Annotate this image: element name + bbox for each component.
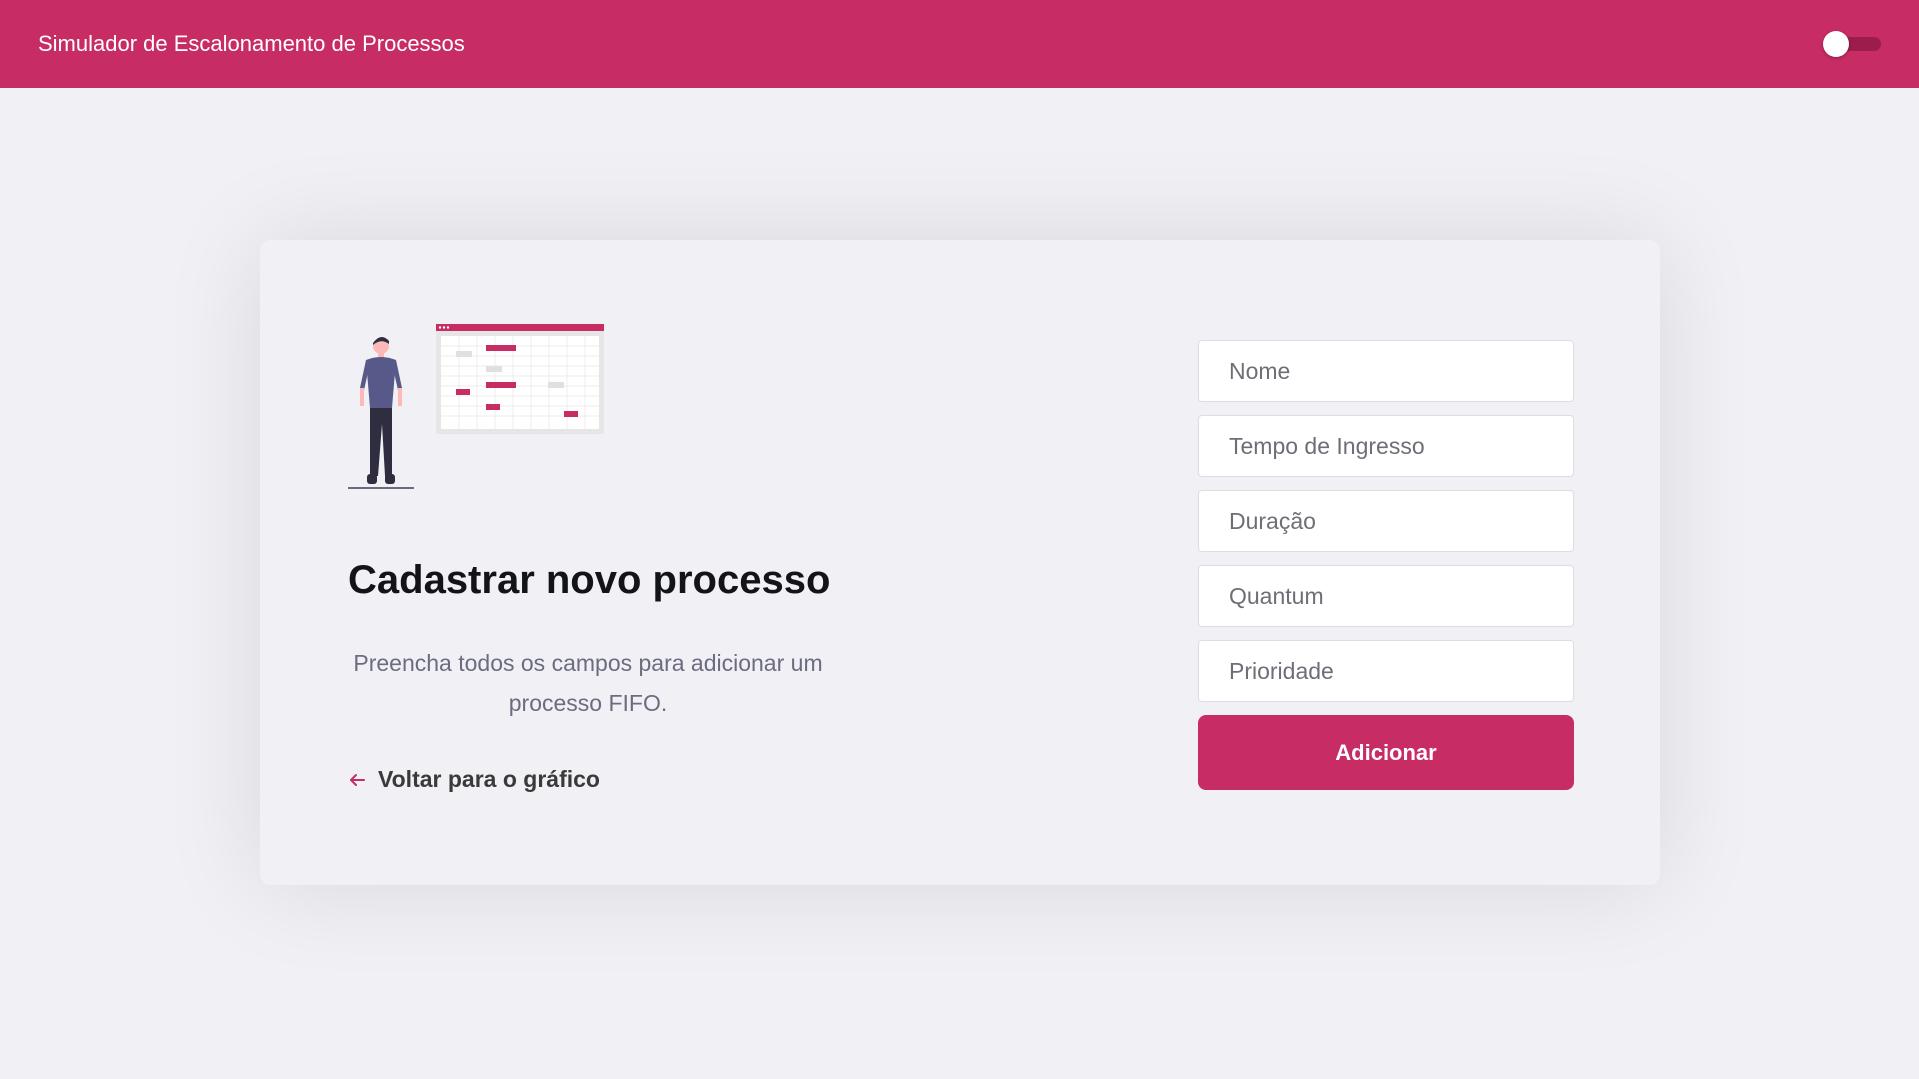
register-process-card: Cadastrar novo processo Preencha todos o… xyxy=(260,240,1660,885)
arrival-time-input[interactable] xyxy=(1198,415,1574,477)
name-input[interactable] xyxy=(1198,340,1574,402)
page-title: Cadastrar novo processo xyxy=(348,558,831,602)
priority-input[interactable] xyxy=(1198,640,1574,702)
duration-input[interactable] xyxy=(1198,490,1574,552)
app-title: Simulador de Escalonamento de Processos xyxy=(38,31,465,56)
quantum-input[interactable] xyxy=(1198,565,1574,627)
person-with-schedule-chart-icon xyxy=(348,324,604,489)
theme-toggle[interactable] xyxy=(1823,29,1881,59)
arrow-left-icon xyxy=(350,773,365,786)
top-bar: Simulador de Escalonamento de Processos xyxy=(0,0,1919,88)
add-button[interactable]: Adicionar xyxy=(1198,715,1574,790)
back-link-label: Voltar para o gráfico xyxy=(378,766,600,792)
new-process-form: Adicionar xyxy=(1198,340,1574,790)
back-to-chart-link[interactable]: Voltar para o gráfico xyxy=(348,766,600,793)
page-description: Preencha todos os campos para adicionar … xyxy=(353,650,823,716)
toggle-knob xyxy=(1823,31,1849,57)
